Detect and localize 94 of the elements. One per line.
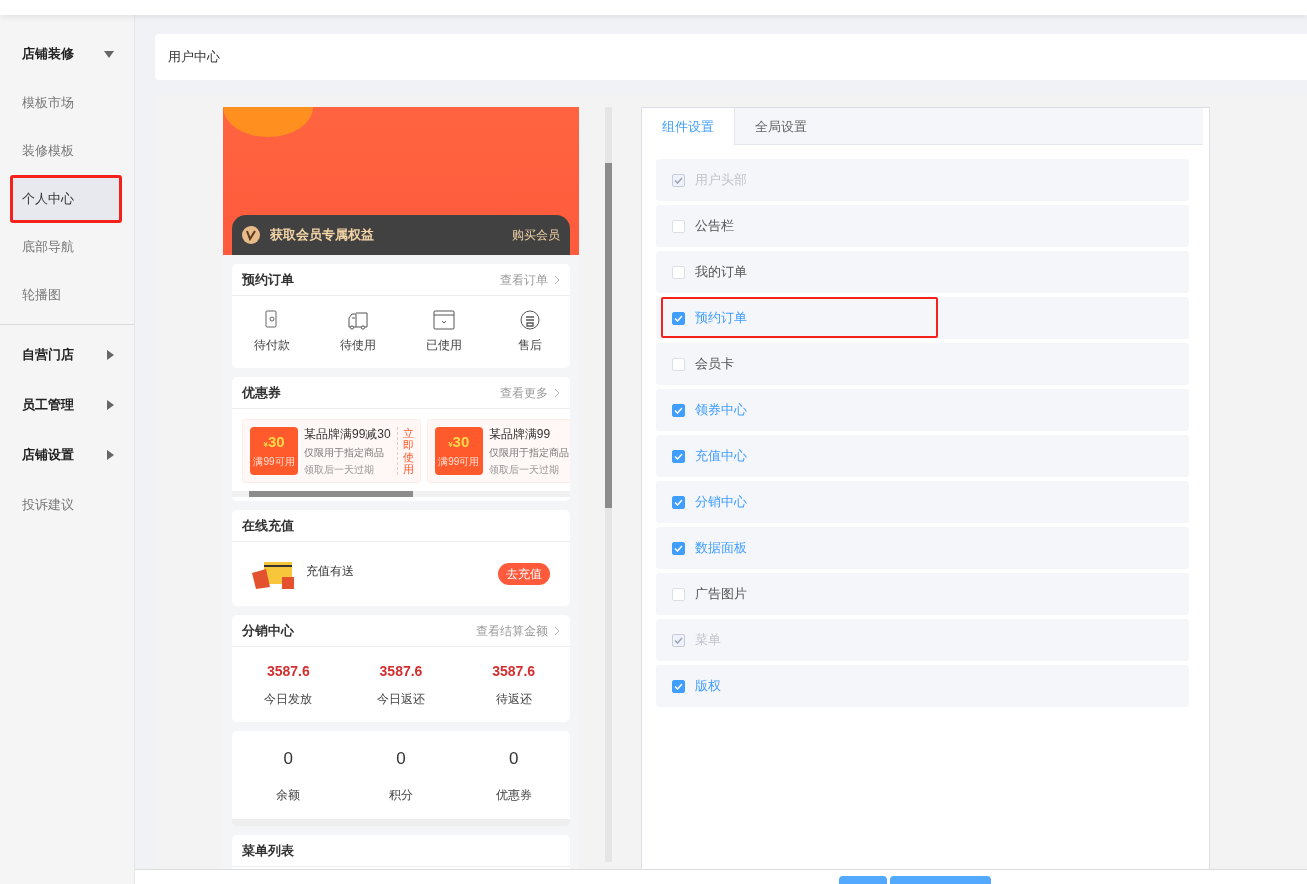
stat-value: 3587.6	[492, 662, 536, 681]
service-circle-icon	[519, 310, 541, 330]
settings-tab[interactable]: 全局设置	[735, 108, 827, 146]
coupon-amount: 30	[452, 432, 470, 450]
sidebar-item[interactable]: 模板市场	[10, 79, 124, 127]
component-row[interactable]: 数据面板	[656, 527, 1189, 569]
buy-member-link[interactable]: 购买会员	[512, 226, 560, 244]
section-link[interactable]: 查看结算金额	[476, 621, 560, 640]
stat-label: 待返还	[495, 691, 532, 708]
member-text: 获取会员专属权益	[270, 226, 375, 245]
asset-label: 积分	[389, 786, 413, 804]
checkbox[interactable]	[672, 495, 685, 509]
checkbox[interactable]	[672, 449, 685, 463]
checkbox[interactable]	[672, 403, 685, 417]
component-label: 公告栏	[695, 217, 734, 236]
section-title: 在线充值	[242, 516, 294, 535]
gift-card-icon	[252, 559, 296, 589]
caret-right-icon	[107, 450, 114, 460]
coupon-title: 某品牌满99减30	[304, 426, 391, 443]
coupon-condition: 满99可用	[438, 454, 480, 469]
sidebar-item[interactable]: 个人中心	[10, 175, 122, 223]
component-row[interactable]: 充值中心	[656, 435, 1189, 477]
asset-label: 优惠券	[495, 786, 532, 804]
currency-symbol: ¥	[448, 439, 453, 449]
chevron-right-icon	[554, 625, 560, 636]
sidebar-item[interactable]: 装修模板	[10, 127, 124, 175]
stat-label: 今日发放	[264, 691, 313, 708]
stat-value: 3587.6	[379, 662, 423, 681]
section-link[interactable]: 查看订单	[500, 270, 560, 289]
checkbox[interactable]	[672, 311, 685, 325]
recharge-text: 充值有送	[306, 563, 355, 580]
coupon-note: 仅限用于指定商品	[304, 446, 385, 460]
scrollbar-thumb[interactable]	[605, 163, 612, 508]
sidebar-group[interactable]: 员工管理	[0, 380, 134, 430]
coupon-amount: 30	[267, 432, 285, 450]
stat-label: 今日返还	[377, 691, 425, 708]
component-row[interactable]: 公告栏	[656, 205, 1189, 247]
component-row[interactable]: 广告图片	[656, 573, 1189, 615]
settings-tab[interactable]: 组件设置	[642, 108, 735, 146]
box-icon	[433, 310, 455, 330]
sidebar-item[interactable]: 底部导航	[10, 223, 124, 271]
chevron-right-icon	[554, 387, 560, 398]
component-row[interactable]: 版权	[656, 665, 1189, 707]
order-status-button[interactable]: 已使用	[414, 310, 474, 354]
asset-label: 余额	[276, 786, 301, 804]
asset-value: 0	[283, 748, 294, 771]
order-status-button[interactable]: 售后	[500, 310, 560, 354]
coupon-condition: 满99可用	[253, 454, 295, 469]
page-title: 用户中心	[168, 48, 220, 67]
component-label: 广告图片	[695, 585, 747, 604]
order-status-button[interactable]: 待付款	[242, 310, 302, 354]
component-row[interactable]: 分销中心	[656, 481, 1189, 523]
component-label: 分销中心	[695, 493, 747, 512]
component-label: 数据面板	[695, 539, 747, 558]
section-link[interactable]: 查看更多	[500, 383, 560, 402]
caret-down-icon	[104, 50, 114, 58]
component-row[interactable]: 领券中心	[656, 389, 1189, 431]
use-now-button[interactable]: 立即使用	[396, 427, 416, 475]
component-label: 版权	[695, 677, 721, 696]
scrollbar-thumb[interactable]	[249, 491, 413, 497]
currency-symbol: ¥	[263, 439, 268, 449]
order-status-button[interactable]: 待使用	[328, 310, 388, 354]
component-label: 我的订单	[695, 263, 747, 282]
coupon-title: 某品牌满99	[488, 426, 552, 443]
section-title: 分销中心	[242, 621, 294, 640]
stat-value: 3587.6	[266, 662, 310, 681]
scrollbar[interactable]	[605, 107, 612, 862]
checkbox[interactable]	[672, 679, 685, 693]
section-title: 菜单列表	[242, 841, 294, 860]
coupon-note: 仅限用于指定商品	[488, 446, 569, 460]
recharge-button[interactable]: 去充值	[498, 563, 550, 585]
caret-right-icon	[107, 400, 114, 410]
sidebar-group[interactable]: 自营门店	[0, 330, 134, 380]
component-label: 预约订单	[695, 309, 747, 328]
sidebar-group[interactable]: 店铺装修	[0, 29, 134, 79]
component-label: 领券中心	[695, 401, 747, 420]
checkbox[interactable]	[672, 541, 685, 555]
sidebar-item[interactable]: 轮播图	[10, 271, 124, 319]
caret-right-icon	[107, 350, 114, 360]
horizontal-scrollbar[interactable]	[232, 491, 570, 497]
truck-icon	[347, 310, 369, 330]
vip-badge-icon	[242, 226, 260, 244]
component-row[interactable]: 我的订单	[656, 251, 1189, 293]
component-label: 会员卡	[695, 355, 734, 374]
sidebar-group[interactable]: 店铺设置	[0, 430, 134, 480]
component-label: 充值中心	[695, 447, 747, 466]
section-title: 预约订单	[242, 270, 294, 289]
chevron-right-icon	[554, 274, 560, 285]
component-row[interactable]: 会员卡	[656, 343, 1189, 385]
section-title: 优惠券	[242, 383, 281, 402]
asset-value: 0	[396, 748, 406, 771]
component-row[interactable]: 预约订单	[656, 297, 1189, 339]
sidebar-item[interactable]: 投诉建议	[0, 480, 134, 530]
asset-value: 0	[508, 748, 519, 771]
